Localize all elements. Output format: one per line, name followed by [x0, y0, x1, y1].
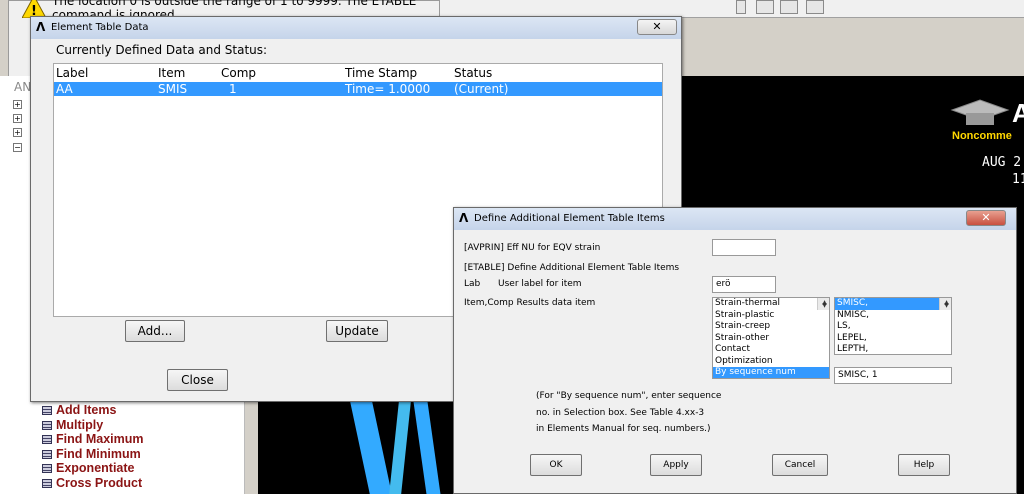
close-icon[interactable]: ✕ [966, 210, 1006, 226]
note-line-1: (For "By sequence num", enter sequence [536, 391, 722, 401]
column-header-item: Item [158, 66, 186, 80]
lab-input[interactable]: erö [712, 276, 776, 293]
list-item[interactable]: NMISC, [835, 310, 951, 322]
column-header-label: Label [56, 66, 89, 80]
logo-letter: A [1012, 98, 1024, 128]
list-item[interactable]: Optimization [713, 356, 829, 368]
cell-time-stamp: Time= 1.0000 [345, 82, 431, 96]
menu-item-label: Exponentiate [56, 461, 135, 475]
dialog-titlebar[interactable]: Λ Define Additional Element Table Items [454, 208, 1016, 230]
avprin-label: [AVPRIN] Eff NU for EQV strain [464, 243, 601, 253]
list-item[interactable]: Strain-thermal [713, 298, 829, 310]
list-item[interactable]: Contact [713, 344, 829, 356]
list-item-selected[interactable]: By sequence num [713, 367, 829, 378]
menu-item-add-items[interactable]: Add Items [42, 403, 116, 417]
cell-label: AA [56, 82, 73, 96]
list-item-selected[interactable]: SMISC, [835, 298, 951, 310]
section-heading: Currently Defined Data and Status: [56, 43, 268, 57]
scrollbar[interactable]: ▲ ▼ [817, 298, 829, 310]
cancel-button[interactable]: Cancel [772, 454, 828, 476]
tree-expander[interactable]: + [13, 100, 22, 109]
comp-listbox[interactable]: SMISC, NMISC, LS, LEPEL, LEPTH, ▲ ▼ [834, 297, 952, 355]
item-comp-label: Item,Comp Results data item [464, 298, 596, 308]
scroll-down-icon[interactable]: ▼ [819, 301, 828, 310]
note-line-3: in Elements Manual for seq. numbers.) [536, 424, 711, 434]
cell-comp: 1 [229, 82, 237, 96]
dialog-title: Define Additional Element Table Items [474, 213, 665, 224]
ansys-logo-icon: Λ [459, 211, 469, 225]
menu-item-icon [42, 435, 52, 444]
toolbar-button-2[interactable] [780, 0, 798, 14]
toolbar-button-1[interactable] [756, 0, 774, 14]
menu-item-multiply[interactable]: Multiply [42, 418, 103, 432]
define-items-dialog: Λ Define Additional Element Table Items … [453, 207, 1017, 494]
column-header-status: Status [454, 66, 493, 80]
ansys-logo-icon: Λ [36, 20, 46, 34]
tree-header-label: AN [14, 80, 32, 94]
scroll-down-icon[interactable]: ▼ [941, 301, 950, 310]
dialog-title: Element Table Data [51, 22, 149, 33]
list-item[interactable]: Strain-creep [713, 321, 829, 333]
add-button[interactable]: Add... [125, 320, 185, 342]
list-item[interactable]: Strain-plastic [713, 310, 829, 322]
column-header-time-stamp: Time Stamp [345, 66, 418, 80]
dialog-titlebar[interactable]: Λ Element Table Data [31, 17, 681, 39]
menu-item-exponentiate[interactable]: Exponentiate [42, 461, 135, 475]
column-header-comp: Comp [221, 66, 257, 80]
menu-item-icon [42, 450, 52, 459]
menu-item-cross-product[interactable]: Cross Product [42, 476, 142, 490]
close-button[interactable]: Close [167, 369, 228, 391]
apply-button[interactable]: Apply [650, 454, 702, 476]
menu-item-label: Find Minimum [56, 447, 141, 461]
date-line-2: 11 [1012, 172, 1024, 187]
close-icon[interactable]: ✕ [637, 19, 677, 35]
tree-expander[interactable]: + [13, 128, 22, 137]
cell-item: SMIS [158, 82, 188, 96]
warning-line-1: The location 0 is outside the range of 1… [52, 0, 417, 8]
menu-item-label: Add Items [56, 403, 117, 417]
lab-description: User label for item [498, 279, 582, 289]
ok-button[interactable]: OK [530, 454, 582, 476]
etable-label: [ETABLE] Define Additional Element Table… [464, 263, 680, 273]
menu-item-label: Cross Product [56, 476, 143, 490]
menu-item-find-minimum[interactable]: Find Minimum [42, 447, 141, 461]
menu-item-icon [42, 421, 52, 430]
license-text: Noncomme [952, 130, 1012, 142]
note-line-2: no. in Selection box. See Table 4.xx-3 [536, 408, 705, 418]
menu-item-icon [42, 406, 52, 415]
help-button[interactable]: Help [898, 454, 950, 476]
menu-item-label: Find Maximum [56, 432, 144, 446]
cell-status: (Current) [454, 82, 509, 96]
scrollbar[interactable]: ▲ ▼ [939, 298, 951, 310]
lab-label: Lab [464, 279, 481, 289]
dropdown-arrow-icon[interactable] [736, 0, 746, 14]
list-item[interactable]: LEPEL, [835, 333, 951, 345]
item-listbox[interactable]: Strain-thermal Strain-plastic Strain-cre… [712, 297, 830, 379]
list-item[interactable]: LEPTH, [835, 344, 951, 354]
tree-expander[interactable]: + [13, 114, 22, 123]
list-item[interactable]: LS, [835, 321, 951, 333]
date-stamp: AUG 2 11 [982, 154, 1024, 188]
date-line-1: AUG 2 [982, 155, 1022, 170]
update-button[interactable]: Update [326, 320, 388, 342]
list-item[interactable]: Strain-other [713, 333, 829, 345]
menu-item-label: Multiply [56, 418, 104, 432]
avprin-input[interactable] [712, 239, 776, 256]
table-row[interactable]: AA SMIS 1 Time= 1.0000 (Current) [54, 82, 662, 96]
menu-item-icon [42, 464, 52, 473]
comp-input[interactable]: SMISC, 1 [834, 367, 952, 384]
menu-item-find-maximum[interactable]: Find Maximum [42, 432, 144, 446]
menu-item-icon [42, 479, 52, 488]
toolbar-button-3[interactable] [806, 0, 824, 14]
tree-expander[interactable]: − [13, 143, 22, 152]
